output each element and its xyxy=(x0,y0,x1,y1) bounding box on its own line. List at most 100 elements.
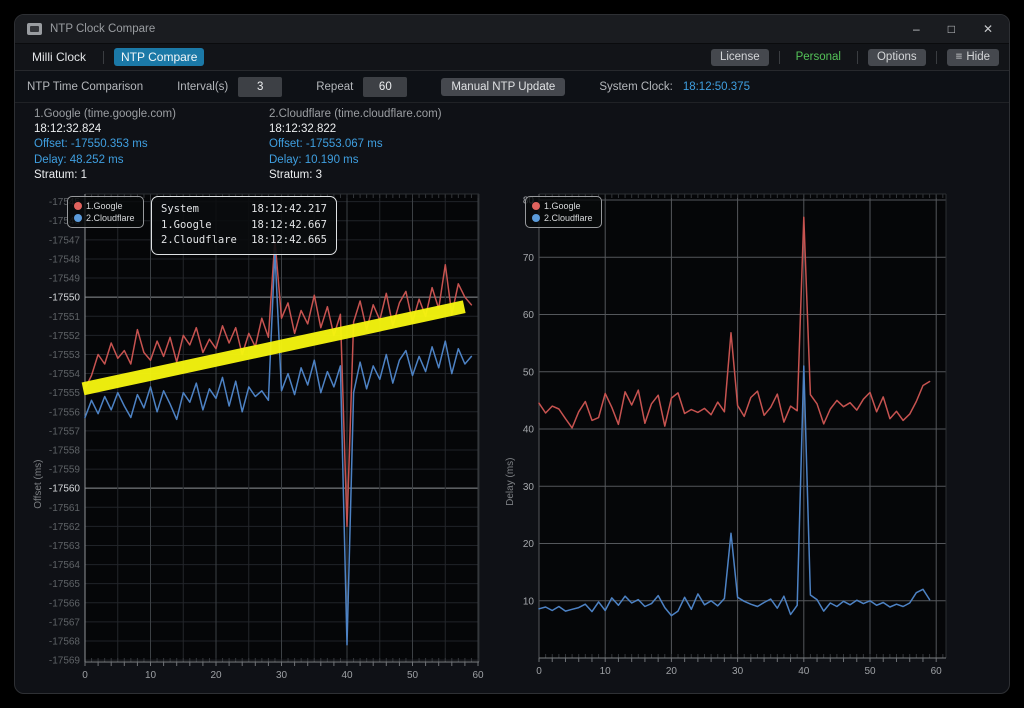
svg-text:-17556: -17556 xyxy=(49,407,81,418)
interval-input[interactable] xyxy=(238,77,282,97)
license-button[interactable]: License xyxy=(711,49,769,66)
tab-separator xyxy=(103,51,104,64)
svg-text:10: 10 xyxy=(600,666,612,677)
svg-text:20: 20 xyxy=(210,670,222,681)
server-offset: Offset: -17553.067 ms xyxy=(269,137,504,152)
svg-text:20: 20 xyxy=(523,539,535,550)
server-time: 18:12:32.822 xyxy=(269,122,504,137)
svg-text:30: 30 xyxy=(523,482,535,493)
svg-text:10: 10 xyxy=(523,596,535,607)
svg-text:-17557: -17557 xyxy=(49,426,81,437)
google-legend-label: 1.Google xyxy=(544,200,581,212)
svg-text:Offset (ms): Offset (ms) xyxy=(33,460,44,509)
svg-text:60: 60 xyxy=(523,310,535,321)
svg-text:30: 30 xyxy=(276,670,288,681)
control-row: NTP Time Comparison Interval(s) Repeat M… xyxy=(15,70,1009,103)
svg-text:30: 30 xyxy=(732,666,744,677)
system-clock-label: System Clock: xyxy=(599,81,673,93)
delay-chart-canvas[interactable]: 01020304050601020304050607080Delay (ms) xyxy=(491,191,961,693)
svg-text:50: 50 xyxy=(407,670,419,681)
svg-text:-17558: -17558 xyxy=(49,445,81,456)
repeat-input[interactable] xyxy=(363,77,407,97)
tab-milli-clock[interactable]: Milli Clock xyxy=(25,48,93,66)
svg-text:-17552: -17552 xyxy=(49,331,81,342)
svg-text:40: 40 xyxy=(523,425,535,436)
server-stratum: Stratum: 3 xyxy=(269,168,504,183)
desktop: { "window": { "title": "NTP Clock Compar… xyxy=(0,0,1024,708)
svg-text:-17555: -17555 xyxy=(49,388,81,399)
svg-text:-17554: -17554 xyxy=(49,369,81,380)
svg-text:60: 60 xyxy=(472,670,484,681)
svg-text:-17567: -17567 xyxy=(49,617,81,628)
server-time: 18:12:32.824 xyxy=(34,122,269,137)
delay-chart[interactable]: 01020304050601020304050607080Delay (ms) … xyxy=(491,191,961,693)
svg-text:40: 40 xyxy=(341,670,353,681)
svg-text:-17559: -17559 xyxy=(49,465,81,476)
svg-text:70: 70 xyxy=(523,253,535,264)
server-name: 1.Google (time.google.com) xyxy=(34,107,269,122)
svg-text:-17560: -17560 xyxy=(49,484,81,495)
svg-text:0: 0 xyxy=(82,670,88,681)
svg-text:-17547: -17547 xyxy=(49,235,81,246)
close-icon[interactable]: ✕ xyxy=(983,22,993,36)
google-legend-label: 1.Google xyxy=(86,200,123,212)
svg-text:40: 40 xyxy=(798,666,810,677)
svg-text:50: 50 xyxy=(523,367,535,378)
svg-text:60: 60 xyxy=(931,666,943,677)
google-legend-dot xyxy=(532,202,540,210)
svg-text:-17561: -17561 xyxy=(49,503,81,514)
options-button[interactable]: Options xyxy=(868,49,926,66)
window-title: NTP Clock Compare xyxy=(50,23,913,35)
title-bar[interactable]: NTP Clock Compare – □ ✕ xyxy=(15,15,1009,44)
svg-text:-17565: -17565 xyxy=(49,579,81,590)
manual-ntp-update-button[interactable]: Manual NTP Update xyxy=(441,78,565,96)
system-clock-value: 18:12:50.375 xyxy=(683,81,750,93)
server-delay: Delay: 10.190 ms xyxy=(269,153,504,168)
maximize-icon[interactable]: □ xyxy=(948,22,955,36)
delay-chart-legend[interactable]: 1.Google 2.Cloudflare xyxy=(525,196,602,228)
window-controls: – □ ✕ xyxy=(913,22,993,36)
svg-text:Delay (ms): Delay (ms) xyxy=(505,458,516,506)
section-label: NTP Time Comparison xyxy=(27,81,143,93)
svg-text:-17550: -17550 xyxy=(49,293,81,304)
offset-chart[interactable]: 0102030405060-17545-17546-17547-17548-17… xyxy=(29,191,491,693)
svg-text:10: 10 xyxy=(145,670,157,681)
hover-tooltip: System18:12:42.217 1.Google18:12:42.667 … xyxy=(151,196,337,255)
minimize-icon[interactable]: – xyxy=(913,22,920,36)
server-cloudflare: 2.Cloudflare (time.cloudflare.com) 18:12… xyxy=(269,107,504,183)
server-offset: Offset: -17550.353 ms xyxy=(34,137,269,152)
server-delay: Delay: 48.252 ms xyxy=(34,153,269,168)
offset-chart-legend[interactable]: 1.Google 2.Cloudflare xyxy=(67,196,144,228)
tab-bar: Milli Clock NTP Compare License Personal… xyxy=(15,44,1009,70)
cloudflare-legend-label: 2.Cloudflare xyxy=(544,212,593,224)
server-info-panel: 1.Google (time.google.com) 18:12:32.824 … xyxy=(34,107,504,183)
cloudflare-legend-dot xyxy=(74,214,82,222)
svg-text:-17549: -17549 xyxy=(49,274,81,285)
svg-text:-17566: -17566 xyxy=(49,598,81,609)
app-icon xyxy=(27,23,42,35)
svg-text:-17568: -17568 xyxy=(49,636,81,647)
offset-chart-canvas[interactable]: 0102030405060-17545-17546-17547-17548-17… xyxy=(29,191,491,693)
svg-text:-17564: -17564 xyxy=(49,560,81,571)
svg-text:20: 20 xyxy=(666,666,678,677)
svg-text:-17548: -17548 xyxy=(49,254,81,265)
hamburger-icon: ≡ xyxy=(956,51,963,63)
app-window: NTP Clock Compare – □ ✕ Milli Clock NTP … xyxy=(14,14,1010,694)
svg-text:-17569: -17569 xyxy=(49,656,81,667)
cloudflare-legend-label: 2.Cloudflare xyxy=(86,212,135,224)
svg-text:-17562: -17562 xyxy=(49,522,81,533)
personal-button[interactable]: Personal xyxy=(790,49,847,65)
svg-text:-17553: -17553 xyxy=(49,350,81,361)
svg-text:-17563: -17563 xyxy=(49,541,81,552)
server-stratum: Stratum: 1 xyxy=(34,168,269,183)
hide-button[interactable]: ≡Hide xyxy=(947,49,999,66)
repeat-label: Repeat xyxy=(316,81,353,93)
server-name: 2.Cloudflare (time.cloudflare.com) xyxy=(269,107,504,122)
hide-button-label: Hide xyxy=(966,51,990,63)
google-legend-dot xyxy=(74,202,82,210)
svg-text:50: 50 xyxy=(864,666,876,677)
tab-ntp-compare[interactable]: NTP Compare xyxy=(114,48,204,66)
cloudflare-legend-dot xyxy=(532,214,540,222)
server-google: 1.Google (time.google.com) 18:12:32.824 … xyxy=(34,107,269,183)
svg-text:0: 0 xyxy=(536,666,542,677)
